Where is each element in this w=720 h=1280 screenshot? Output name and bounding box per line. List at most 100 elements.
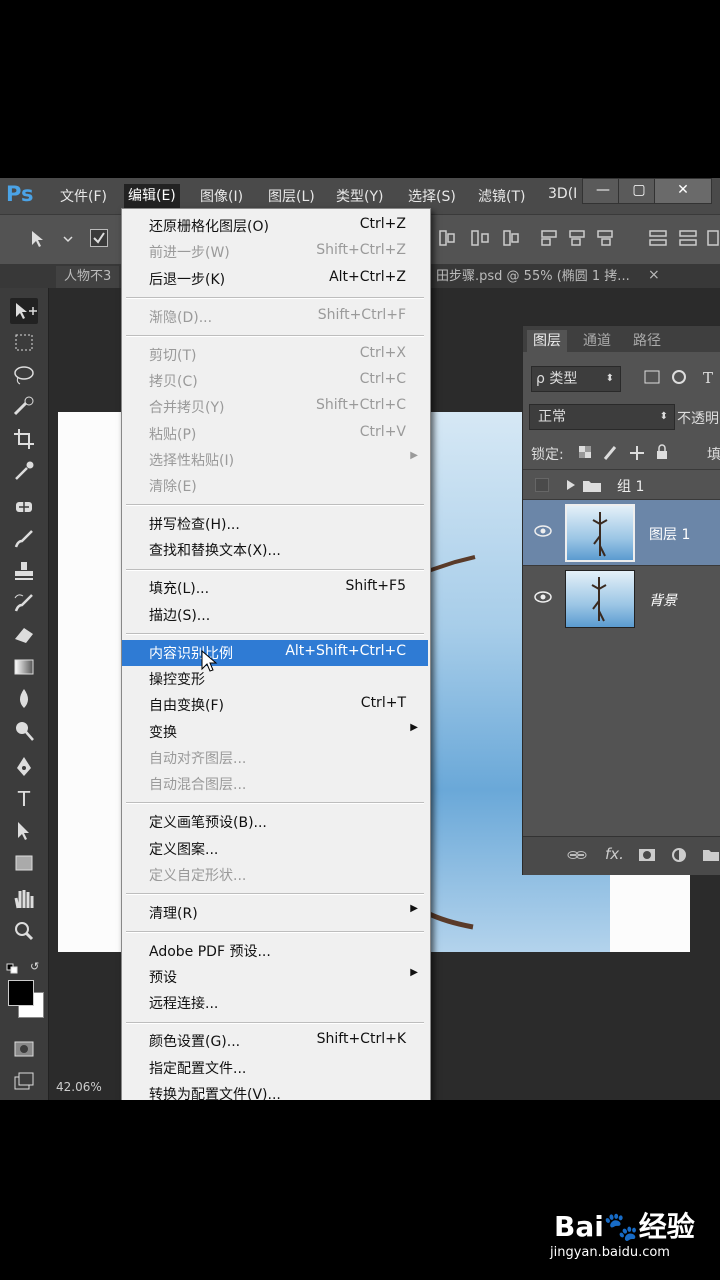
menu-item-label: 转换为配置文件(V)... — [149, 1087, 281, 1100]
menu-item-label: 内容识别比例 — [149, 645, 233, 662]
quick-mask-icon[interactable] — [10, 1036, 38, 1062]
menu-item[interactable]: 后退一步(K) Alt+Ctrl+Z — [122, 266, 428, 292]
menu-item[interactable]: 预设 ▶ — [122, 964, 428, 990]
clone-stamp-tool-icon[interactable] — [10, 558, 38, 584]
submenu-arrow-icon: ▶ — [410, 902, 418, 914]
healing-brush-tool-icon[interactable] — [10, 494, 38, 520]
menu-item-label: 定义自定形状... — [149, 867, 247, 884]
screen-mode-icon[interactable] — [10, 1068, 38, 1094]
menu-item-label: 拼写检查(H)... — [149, 517, 240, 534]
menu-layer[interactable]: 图层(L) — [268, 186, 315, 206]
layer-row-1[interactable]: 图层 1 — [523, 499, 720, 566]
brush-tool-icon[interactable] — [10, 526, 38, 552]
layer-filter-select[interactable]: ρ 类型 ⬍ — [531, 366, 621, 392]
menu-item[interactable]: 内容识别比例 Alt+Shift+Ctrl+C — [122, 639, 428, 672]
menu-item-label: 选择性粘贴(I) — [149, 452, 235, 469]
layers-panel-footer: fx. — [523, 836, 720, 875]
menu-image[interactable]: 图像(I) — [200, 186, 243, 206]
layer-row-background[interactable]: 背景 — [523, 565, 720, 632]
link-icon[interactable] — [567, 847, 587, 863]
adjustment-icon[interactable] — [671, 847, 691, 863]
menu-item-shortcut: Shift+Ctrl+Z — [316, 242, 406, 259]
tab-document-2[interactable]: 田步骤.psd @ 55% (椭圆 1 拷... — [428, 266, 638, 288]
visibility-toggle[interactable] — [535, 478, 549, 492]
menu-item[interactable]: 转换为配置文件(V)... — [122, 1081, 428, 1100]
crop-tool-icon[interactable] — [10, 426, 38, 452]
close-window-button[interactable]: ✕ — [654, 178, 712, 204]
tab-document-1[interactable]: 人物不3 — [56, 266, 120, 288]
menu-item[interactable]: 指定配置文件... — [122, 1055, 428, 1081]
history-brush-tool-icon[interactable] — [10, 590, 38, 616]
tab-paths[interactable]: 路径 — [627, 330, 667, 352]
menu-item[interactable]: 自由变换(F) Ctrl+T — [122, 692, 428, 718]
menu-item[interactable]: Adobe PDF 预设... — [122, 938, 428, 964]
default-colors-icon[interactable] — [6, 960, 18, 974]
swap-colors-icon[interactable]: ↺ — [30, 960, 44, 973]
rectangle-tool-icon[interactable] — [10, 850, 38, 876]
eyedropper-tool-icon[interactable] — [10, 458, 38, 484]
menu-item[interactable]: 清理(R) ▶ — [122, 900, 428, 926]
lock-label: 锁定: — [531, 447, 564, 463]
menu-item-label: 剪切(T) — [149, 347, 197, 364]
menu-item-label: 定义画笔预设(B)... — [149, 815, 267, 832]
menu-file[interactable]: 文件(F) — [60, 186, 107, 206]
menu-item[interactable]: 填充(L)... Shift+F5 — [122, 575, 428, 601]
menu-item[interactable]: 颜色设置(G)... Shift+Ctrl+K — [122, 1028, 428, 1054]
dodge-tool-icon[interactable] — [10, 718, 38, 744]
menu-item-label: 操控变形 — [149, 672, 205, 688]
path-selection-tool-icon[interactable] — [10, 818, 38, 844]
move-tool-preset-icon[interactable] — [30, 229, 74, 249]
eye-icon[interactable] — [533, 590, 553, 604]
tab-channels[interactable]: 通道 — [577, 330, 617, 352]
tab-close-icon[interactable]: × — [648, 267, 660, 283]
hand-tool-icon[interactable] — [10, 886, 38, 912]
layers-panel: 图层 通道 路径 ρ 类型 ⬍ T 正常 ⬍ 不透明 锁定: 填 组 1 图层 … — [522, 325, 720, 875]
submenu-arrow-icon: ▶ — [410, 967, 418, 979]
folder-icon[interactable] — [701, 847, 720, 863]
menu-separator — [126, 296, 424, 299]
menu-select[interactable]: 选择(S) — [408, 186, 456, 206]
filter-type-icons[interactable]: T — [641, 368, 720, 388]
zoom-tool-icon[interactable] — [10, 918, 38, 944]
menu-3d[interactable]: 3D(I — [548, 186, 577, 202]
blend-mode-select[interactable]: 正常 ⬍ — [529, 404, 675, 430]
tab-layers[interactable]: 图层 — [527, 330, 567, 352]
menu-item[interactable]: 远程连接... — [122, 990, 428, 1016]
blur-tool-icon[interactable] — [10, 686, 38, 712]
menu-item-label: 自由变换(F) — [149, 698, 224, 715]
auto-select-checkbox[interactable] — [90, 229, 108, 247]
menu-item-shortcut: Ctrl+V — [359, 423, 406, 440]
lock-icons[interactable] — [577, 442, 677, 464]
menu-edit[interactable]: 编辑(E) — [124, 184, 180, 208]
marquee-tool-icon[interactable] — [10, 330, 38, 356]
menu-item-label: 指定配置文件... — [149, 1060, 247, 1077]
eraser-tool-icon[interactable] — [10, 622, 38, 648]
menu-item[interactable]: 查找和替换文本(X)... — [122, 537, 428, 563]
fx-icon[interactable]: fx. — [605, 845, 624, 863]
menu-separator — [126, 802, 424, 805]
pen-tool-icon[interactable] — [10, 754, 38, 780]
menu-item: 粘贴(P) Ctrl+V — [122, 421, 428, 447]
move-tool-icon[interactable] — [10, 298, 38, 324]
menu-item[interactable]: 描边(S)... — [122, 602, 428, 628]
eye-icon[interactable] — [533, 524, 553, 538]
foreground-color-swatch[interactable] — [8, 980, 34, 1006]
menu-item[interactable]: 操控变形 — [122, 666, 428, 692]
gradient-tool-icon[interactable] — [10, 654, 38, 680]
menu-filter[interactable]: 滤镜(T) — [478, 186, 525, 206]
lasso-tool-icon[interactable] — [10, 362, 38, 388]
menu-separator — [126, 334, 424, 337]
align-distribute-icons[interactable] — [436, 227, 720, 251]
menu-item[interactable]: 定义图案... — [122, 836, 428, 862]
menu-item[interactable]: 定义画笔预设(B)... — [122, 809, 428, 835]
menu-item[interactable]: 拼写检查(H)... — [122, 511, 428, 537]
menu-item[interactable]: 还原栅格化图层(O) Ctrl+Z — [122, 213, 428, 239]
menu-item[interactable]: 变换 ▶ — [122, 719, 428, 745]
layer-group-row[interactable]: 组 1 — [523, 469, 720, 500]
type-tool-icon[interactable]: T — [10, 786, 38, 812]
filter-label: ρ 类型 — [536, 371, 578, 387]
quick-selection-tool-icon[interactable] — [10, 394, 38, 420]
mask-icon[interactable] — [637, 847, 657, 863]
menu-item-shortcut: Shift+Ctrl+C — [316, 397, 406, 414]
menu-type[interactable]: 类型(Y) — [336, 186, 383, 206]
